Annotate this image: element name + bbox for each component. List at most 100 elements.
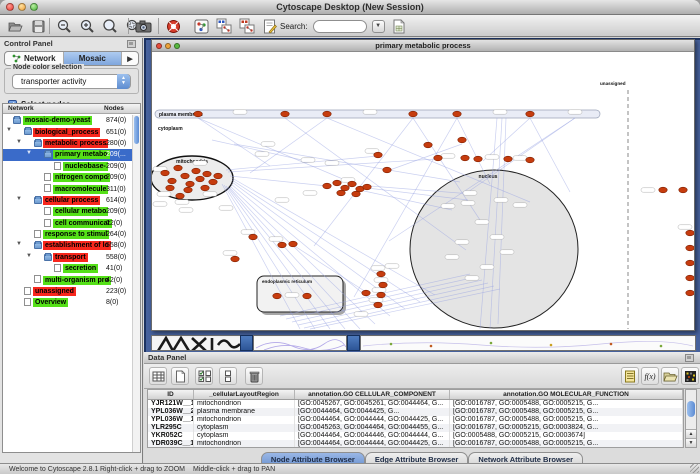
zoom-fit-icon[interactable] — [101, 17, 119, 35]
graph-node[interactable] — [374, 302, 382, 308]
background-window[interactable] — [151, 335, 241, 351]
zoom-window-button[interactable] — [30, 3, 38, 11]
graph-node[interactable] — [409, 111, 417, 117]
graph-node[interactable] — [377, 292, 385, 298]
background-window[interactable] — [360, 335, 696, 351]
graph-node[interactable] — [249, 234, 257, 240]
graph-node[interactable] — [526, 157, 534, 163]
table-column-header[interactable]: _cellularLayoutRegion — [194, 390, 295, 399]
minimize-button[interactable] — [18, 3, 26, 11]
graph-node[interactable] — [181, 173, 189, 179]
close-button[interactable] — [6, 3, 14, 11]
tree-row[interactable]: secretion41(0) — [3, 263, 140, 274]
graph-node[interactable] — [303, 293, 311, 299]
table-row[interactable]: YPL036W__2plasma membrane[GO:0044464, GO… — [148, 408, 683, 416]
tree-row[interactable]: response to stimul264(0) — [3, 229, 140, 240]
graph-node[interactable] — [289, 241, 297, 247]
tree-row[interactable]: ▼biological_process651(0) — [3, 126, 140, 137]
view-close-button[interactable] — [156, 43, 162, 49]
tree-row[interactable]: macromolecule311(0) — [3, 183, 140, 194]
graph-node[interactable] — [374, 152, 382, 158]
background-window[interactable] — [253, 335, 347, 351]
tree-row[interactable]: ▼establishment of lo558(0) — [3, 240, 140, 251]
graph-node[interactable] — [203, 171, 211, 177]
scroll-up-icon[interactable]: ▲ — [686, 429, 696, 438]
help-icon[interactable] — [164, 17, 182, 35]
table-column-header[interactable]: annotation.GO MOLECULAR_FUNCTION — [450, 390, 683, 399]
delete-attribute-icon[interactable] — [245, 367, 263, 385]
graph-node[interactable] — [352, 191, 360, 197]
nucleus-region[interactable] — [410, 170, 578, 328]
data-panel-float-icon[interactable] — [685, 354, 694, 362]
graph-node[interactable] — [273, 293, 281, 299]
graph-node[interactable] — [504, 156, 512, 162]
background-window-titlechip[interactable] — [347, 335, 360, 351]
attribute-grid-icon[interactable] — [149, 367, 167, 385]
graph-node[interactable] — [362, 290, 370, 296]
expand-triangle-icon[interactable]: ▼ — [16, 139, 22, 145]
table-row[interactable]: YKR052Ccytoplasm[GO:0044464, GO:0044446,… — [148, 432, 683, 440]
table-row[interactable]: YPL036W__1mitochondrion[GO:0044464, GO:0… — [148, 416, 683, 424]
save-session-icon[interactable] — [29, 17, 47, 35]
graph-node[interactable] — [453, 111, 461, 117]
annotations-icon[interactable] — [261, 17, 279, 35]
tree-row[interactable]: ▼primary metabo209(... — [3, 149, 140, 160]
import-attributes-icon[interactable] — [390, 17, 408, 35]
unselect-attributes-icon[interactable] — [219, 367, 237, 385]
graph-node[interactable] — [474, 156, 482, 162]
tree-row[interactable]: unassigned223(0) — [3, 286, 140, 297]
snapshot-icon[interactable] — [134, 17, 152, 35]
zoom-in-icon[interactable] — [78, 17, 96, 35]
view-minimize-button[interactable] — [165, 43, 171, 49]
graph-node[interactable] — [461, 155, 469, 161]
tree-col-nodes[interactable]: Nodes — [104, 105, 124, 112]
formula-builder-icon[interactable]: f(x) — [641, 367, 659, 385]
graph-node[interactable] — [278, 242, 286, 248]
network-canvas[interactable]: plasma membrane cytoplasm mitochondria n… — [152, 52, 694, 330]
tree-row[interactable]: Overview8(0) — [3, 297, 140, 308]
expand-triangle-icon[interactable]: ▼ — [26, 150, 32, 156]
float-panel-icon[interactable] — [127, 40, 136, 48]
open-file-icon[interactable] — [6, 17, 24, 35]
graph-node[interactable] — [659, 187, 667, 193]
network-view-window[interactable]: primary metabolic process plasma membran… — [151, 39, 695, 331]
table-row[interactable]: YDR039C__1mitochondrion[GO:0044464, GO:0… — [148, 440, 683, 448]
tree-row[interactable]: ▼metabolic process280(0) — [3, 138, 140, 149]
tree-col-network[interactable]: Network — [8, 105, 34, 112]
graph-node[interactable] — [337, 190, 345, 196]
hide-network-overlay-red-icon[interactable] — [238, 17, 256, 35]
graph-node[interactable] — [679, 187, 687, 193]
table-column-header[interactable]: ID — [148, 390, 194, 399]
graph-node[interactable] — [686, 290, 694, 296]
tab-overflow-arrow-icon[interactable]: ▶ — [122, 52, 138, 65]
expand-triangle-icon[interactable]: ▼ — [26, 253, 32, 259]
graph-node[interactable] — [686, 230, 694, 236]
view-window-titlebar[interactable]: primary metabolic process — [152, 40, 694, 52]
graph-node[interactable] — [184, 187, 192, 193]
tree-scrollbar[interactable] — [132, 115, 140, 452]
node-frame-icon[interactable] — [192, 17, 210, 35]
window-titlebar[interactable]: Cytoscape Desktop (New Session) — [0, 0, 700, 15]
table-row[interactable]: YLR295Ccytoplasm[GO:0045263, GO:0044464,… — [148, 424, 683, 432]
graph-node[interactable] — [434, 155, 442, 161]
tree-row[interactable]: ▼cellular process614(0) — [3, 195, 140, 206]
graph-node[interactable] — [194, 111, 202, 117]
graph-node[interactable] — [348, 181, 356, 187]
graph-node[interactable] — [281, 111, 289, 117]
expand-triangle-icon[interactable]: ▼ — [16, 196, 22, 202]
graph-node[interactable] — [161, 170, 169, 176]
import-attributes-file-icon[interactable] — [661, 367, 679, 385]
tree-row[interactable]: mosaic-demo-yeast874(0) — [3, 115, 140, 126]
expand-triangle-icon[interactable]: ▼ — [16, 241, 22, 247]
tree-row[interactable]: cell communicat22(0) — [3, 218, 140, 229]
graph-edge[interactable] — [314, 118, 413, 246]
background-window-titlechip[interactable] — [240, 335, 253, 351]
graph-node[interactable] — [458, 137, 466, 143]
resize-grip[interactable] — [690, 464, 699, 473]
graph-node[interactable] — [333, 180, 341, 186]
search-input[interactable] — [313, 20, 367, 33]
graph-node[interactable] — [201, 185, 209, 191]
graph-node[interactable] — [166, 185, 174, 191]
graph-node[interactable] — [377, 271, 385, 277]
graph-node[interactable] — [186, 181, 194, 187]
